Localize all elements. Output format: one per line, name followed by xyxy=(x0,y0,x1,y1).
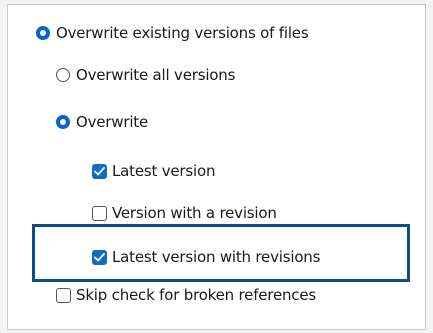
checkbox-latest-version-with-revisions-label: Latest version with revisions xyxy=(112,248,321,266)
radio-selected-icon xyxy=(56,115,70,129)
checkbox-unchecked-icon xyxy=(92,205,107,221)
checkbox-latest-version-with-revisions[interactable]: Latest version with revisions xyxy=(92,248,320,266)
checkbox-checked-icon xyxy=(92,163,107,179)
checkbox-unchecked-icon xyxy=(56,287,71,303)
radio-overwrite[interactable]: Overwrite xyxy=(56,113,148,131)
checkbox-skip-broken-references-label: Skip check for broken references xyxy=(76,286,316,304)
radio-overwrite-all-versions[interactable]: Overwrite all versions xyxy=(56,66,235,84)
radio-selected-icon xyxy=(36,26,50,40)
radio-unselected-icon xyxy=(56,68,70,82)
checkbox-version-with-revision-label: Version with a revision xyxy=(112,204,277,222)
checkbox-latest-version-label: Latest version xyxy=(112,162,216,180)
radio-overwrite-existing[interactable]: Overwrite existing versions of files xyxy=(36,24,309,42)
checkbox-skip-broken-references[interactable]: Skip check for broken references xyxy=(56,286,316,304)
checkbox-latest-version[interactable]: Latest version xyxy=(92,162,215,180)
checkbox-checked-icon xyxy=(92,249,107,265)
radio-overwrite-existing-label: Overwrite existing versions of files xyxy=(56,24,309,42)
checkbox-version-with-revision[interactable]: Version with a revision xyxy=(92,204,277,222)
radio-overwrite-all-versions-label: Overwrite all versions xyxy=(76,66,236,84)
radio-overwrite-label: Overwrite xyxy=(76,113,148,131)
